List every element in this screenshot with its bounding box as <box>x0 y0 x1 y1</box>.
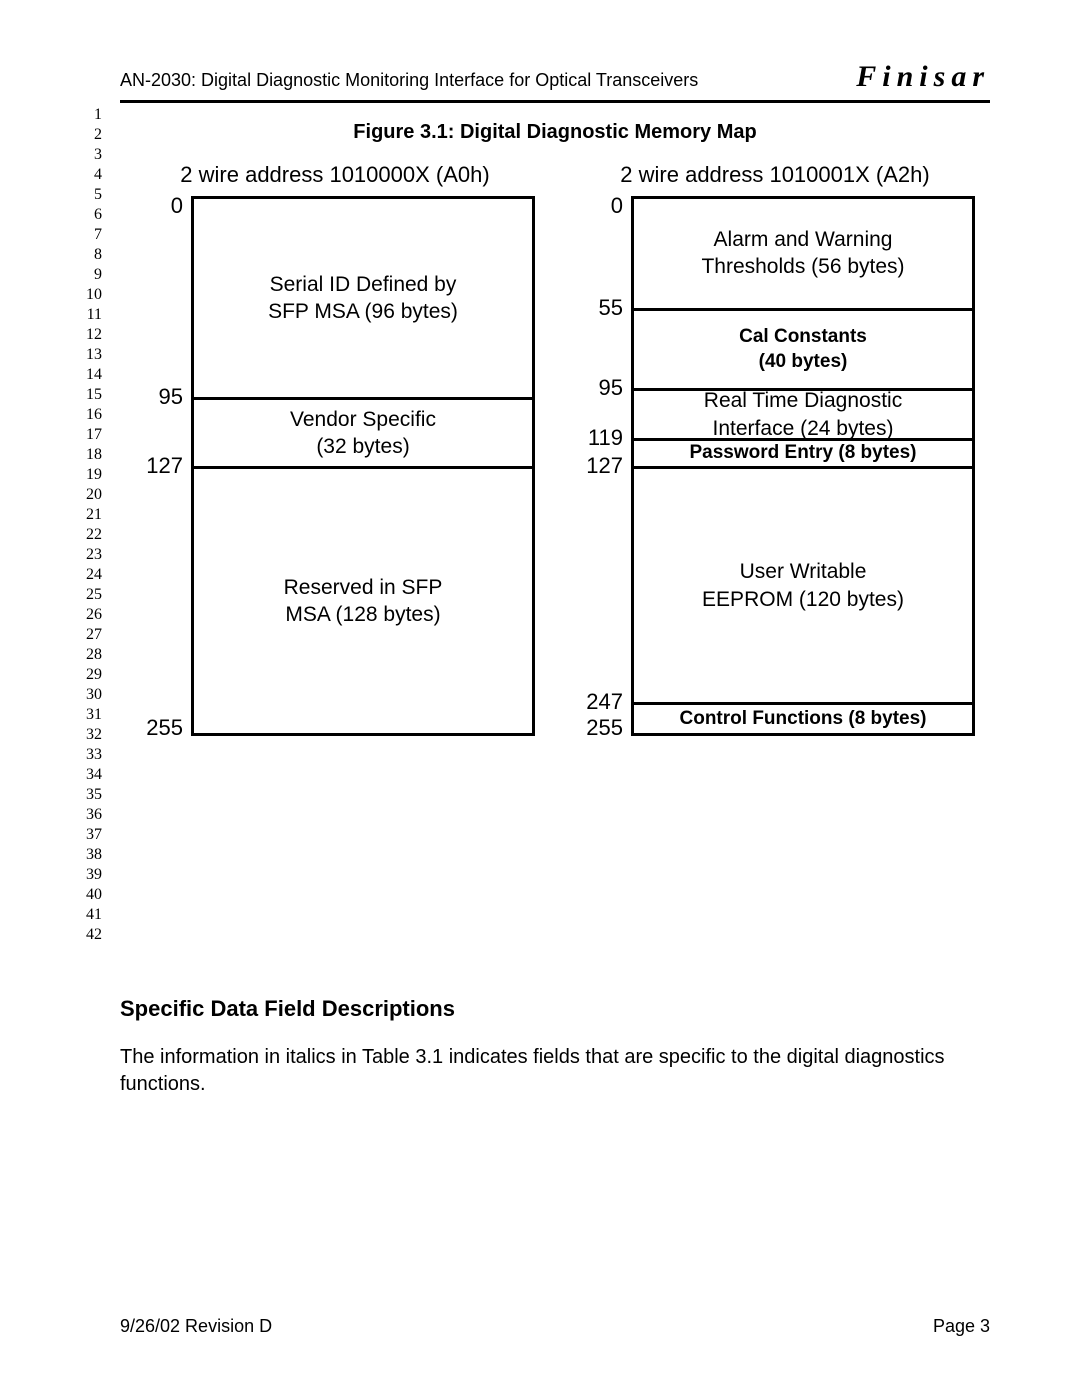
memory-segment: Cal Constants (40 bytes) <box>634 311 972 392</box>
memory-segment: Password Entry (8 bytes) <box>634 441 972 469</box>
memory-segment: Control Functions (8 bytes) <box>634 705 972 733</box>
map-body-right: 05595119127247255 Alarm and Warning Thre… <box>575 196 975 736</box>
page-footer: 9/26/02 Revision D Page 3 <box>120 1316 990 1337</box>
footer-page: Page 3 <box>933 1316 990 1337</box>
segments-left: Serial ID Defined by SFP MSA (96 bytes)V… <box>191 196 535 736</box>
footer-revision: 9/26/02 Revision D <box>120 1316 272 1337</box>
address-label: 255 <box>586 715 623 741</box>
map-title-left: 2 wire address 1010000X (A0h) <box>135 162 535 188</box>
memory-segment: Serial ID Defined by SFP MSA (96 bytes) <box>194 199 532 400</box>
address-label: 127 <box>146 453 183 479</box>
line-numbers: 1 2 3 4 5 6 7 8 9 10 11 12 13 14 15 16 1… <box>80 105 102 945</box>
memory-maps: 2 wire address 1010000X (A0h) 095127255 … <box>120 162 990 736</box>
memory-segment: User Writable EEPROM (120 bytes) <box>634 469 972 705</box>
map-body-left: 095127255 Serial ID Defined by SFP MSA (… <box>135 196 535 736</box>
segments-right: Alarm and Warning Thresholds (56 bytes)C… <box>631 196 975 736</box>
address-label: 55 <box>599 295 623 321</box>
address-label: 0 <box>611 193 623 219</box>
address-label: 255 <box>146 715 183 741</box>
page-content: Figure 3.1: Digital Diagnostic Memory Ma… <box>120 121 990 1098</box>
address-label: 95 <box>159 384 183 410</box>
memory-segment: Reserved in SFP MSA (128 bytes) <box>194 469 532 733</box>
header-title: AN-2030: Digital Diagnostic Monitoring I… <box>120 70 698 91</box>
section-heading: Specific Data Field Descriptions <box>120 996 990 1022</box>
address-label: 247 <box>586 689 623 715</box>
memory-map-a2h: 2 wire address 1010001X (A2h) 0 55 95 11912… <box>575 162 975 736</box>
page-header: AN-2030: Digital Diagnostic Monitoring I… <box>120 60 990 103</box>
memory-segment: Real Time Diagnostic Interface (24 bytes… <box>634 391 972 441</box>
address-column-right: 05595119127247255 <box>575 196 631 736</box>
address-label: 95 <box>599 375 623 401</box>
address-label: 0 <box>171 193 183 219</box>
address-column-left: 095127255 <box>135 196 191 736</box>
memory-map-a0h: 2 wire address 1010000X (A0h) 095127255 … <box>135 162 535 736</box>
section-body: The information in italics in Table 3.1 … <box>120 1044 990 1098</box>
address-label: 127 <box>586 453 623 479</box>
address-label: 119 <box>588 425 623 451</box>
map-title-right: 2 wire address 1010001X (A2h) <box>575 162 975 188</box>
memory-segment: Alarm and Warning Thresholds (56 bytes) <box>634 199 972 311</box>
figure-caption: Figure 3.1: Digital Diagnostic Memory Ma… <box>120 121 990 144</box>
memory-segment: Vendor Specific (32 bytes) <box>194 400 532 469</box>
header-brand: Finisar <box>856 60 990 94</box>
